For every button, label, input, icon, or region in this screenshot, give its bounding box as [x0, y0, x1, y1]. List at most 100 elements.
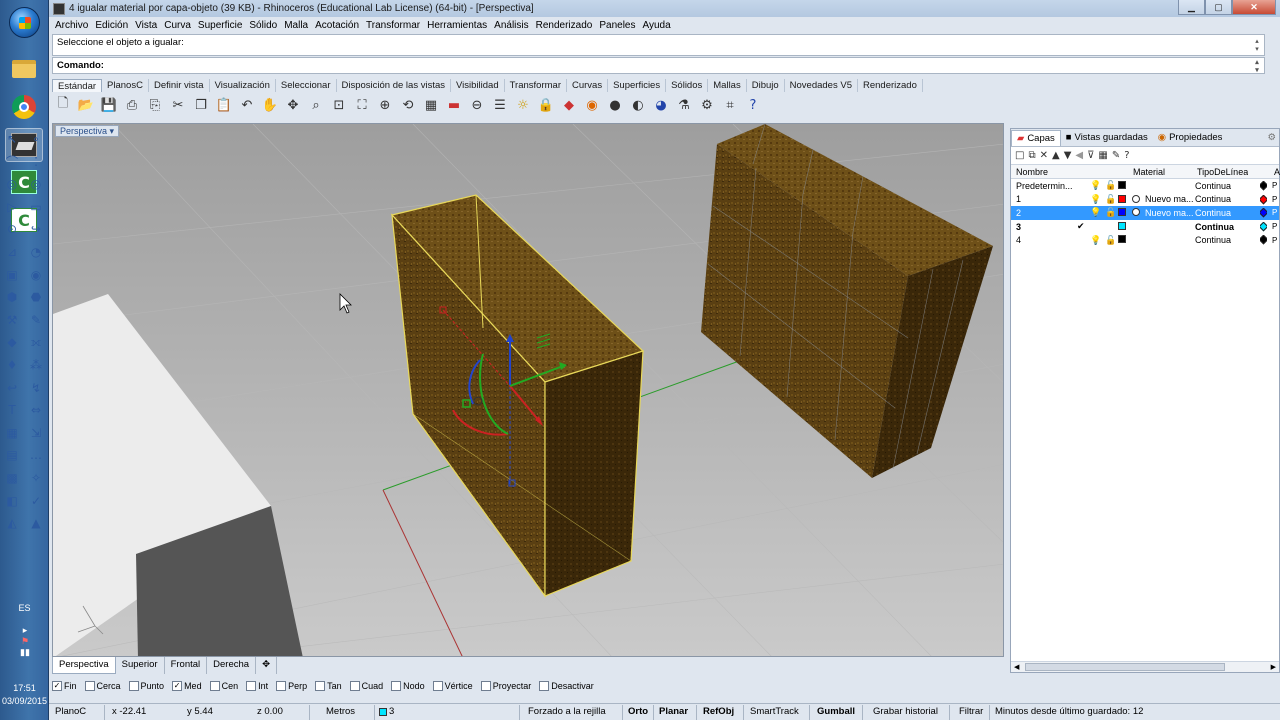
menu-paneles[interactable]: Paneles: [597, 20, 640, 31]
toolbar-tab-13[interactable]: Novedades V5: [785, 79, 858, 92]
col-extra[interactable]: A: [1274, 167, 1280, 177]
tool-tool-icon[interactable]: …: [24, 444, 48, 466]
menu-analisis[interactable]: Análisis: [492, 20, 533, 31]
osnap-checkbox[interactable]: [349, 681, 360, 691]
toolbar-tab-7[interactable]: Transformar: [505, 79, 567, 92]
tool-tool-icon[interactable]: ✧: [24, 467, 48, 489]
osnap-checkbox[interactable]: [276, 681, 287, 691]
print-width-cell[interactable]: P: [1272, 208, 1277, 217]
viewport-tab-perspectiva[interactable]: Perspectiva: [52, 657, 116, 674]
visibility-bulb-icon[interactable]: 💡: [1090, 194, 1101, 205]
maximize-button[interactable]: ▢: [1205, 0, 1232, 15]
paste-icon[interactable]: 📋: [213, 94, 235, 116]
tool-extrude-icon[interactable]: ⚒: [0, 309, 24, 331]
tool-text-icon[interactable]: ♦: [0, 354, 24, 376]
explorer-taskbar-button[interactable]: [5, 52, 43, 86]
tab-propiedades[interactable]: ◉ Propiedades: [1153, 130, 1228, 145]
close-button[interactable]: ✕: [1232, 0, 1276, 15]
col-tipodelinea[interactable]: TipoDeLínea: [1197, 167, 1248, 177]
toolbar-tab-14[interactable]: Renderizado: [858, 79, 923, 92]
print-color-icon[interactable]: [1260, 221, 1267, 232]
toolbar-tab-3[interactable]: Visualización: [210, 79, 276, 92]
osnap-med[interactable]: ✓ Med: [172, 681, 202, 691]
osnap-nodo[interactable]: Nodo: [391, 681, 425, 691]
status-gumball[interactable]: Gumball: [817, 706, 855, 717]
menu-ayuda[interactable]: Ayuda: [640, 20, 675, 31]
tool-circle-icon[interactable]: ◎: [0, 173, 24, 195]
print-color-icon[interactable]: [1260, 194, 1267, 205]
toolbar-tab-11[interactable]: Mallas: [708, 79, 747, 92]
layer-hammer-icon[interactable]: ✎: [1112, 150, 1120, 161]
osnap-checkbox[interactable]: [84, 681, 95, 691]
tool-tool-icon[interactable]: ⇲: [24, 422, 48, 444]
zoom-selected-icon[interactable]: ⊕: [374, 94, 396, 116]
viewport-tab-derecha[interactable]: Derecha: [207, 657, 257, 674]
menu-edicion[interactable]: Edición: [93, 20, 133, 31]
menu-malla[interactable]: Malla: [282, 20, 313, 31]
crop-icon[interactable]: ⌗: [719, 94, 741, 116]
blue-sphere-icon[interactable]: ◕: [650, 94, 672, 116]
render-icon[interactable]: ◆: [558, 94, 580, 116]
tool-tool-icon[interactable]: T: [0, 399, 24, 421]
filter-icon[interactable]: ⚗: [673, 94, 695, 116]
col-material[interactable]: Material: [1133, 167, 1165, 177]
layer-row[interactable]: 3 ✔ Continua P: [1011, 220, 1279, 234]
osnap-v-rtice[interactable]: Vértice: [432, 681, 473, 691]
osnap-cerca[interactable]: Cerca: [84, 681, 121, 691]
viewport-tab-superior[interactable]: Superior: [116, 657, 165, 674]
history-scrollbar[interactable]: ▴ ▾: [1252, 37, 1262, 53]
tool-dimension-icon[interactable]: ⟗: [24, 331, 48, 353]
toolbar-tab-10[interactable]: Sólidos: [666, 79, 709, 92]
toolbar-tab-4[interactable]: Seleccionar: [276, 79, 337, 92]
tool-tool-icon[interactable]: ▦: [0, 422, 24, 444]
layer-color-swatch[interactable]: [1118, 221, 1126, 232]
chrome-taskbar-button[interactable]: [5, 90, 43, 124]
layer-row[interactable]: Predetermin... 💡 🔓 Continua P: [1011, 179, 1279, 193]
import-icon[interactable]: ⎘: [144, 94, 166, 116]
layer-row[interactable]: 1 💡 🔓 Nuevo ma... Continua P: [1011, 193, 1279, 207]
status-filter[interactable]: Filtrar: [959, 706, 983, 717]
toolbar-tab-12[interactable]: Dibujo: [747, 79, 785, 92]
tool-tool-icon[interactable]: ▤: [0, 444, 24, 466]
rotate-view-icon[interactable]: ⟲: [397, 94, 419, 116]
osnap-tan[interactable]: Tan: [315, 681, 342, 691]
visibility-bulb-icon[interactable]: 💡: [1090, 207, 1101, 218]
osnap-perp[interactable]: Perp: [276, 681, 307, 691]
status-snap[interactable]: Forzado a la rejilla: [528, 706, 606, 717]
minimize-button[interactable]: ▁: [1178, 0, 1205, 15]
osnap-checkbox[interactable]: [209, 681, 220, 691]
lock-icon[interactable]: 🔓: [1105, 180, 1116, 191]
tool-group-icon[interactable]: ↩: [0, 377, 24, 399]
layer-linetype[interactable]: Continua: [1195, 181, 1255, 191]
rhino-app-icon[interactable]: [53, 2, 65, 15]
menu-herramientas[interactable]: Herramientas: [425, 20, 492, 31]
toolbar-tab-9[interactable]: Superficies: [608, 79, 667, 92]
new-layer-icon[interactable]: □: [1015, 150, 1024, 161]
color-wheel-icon[interactable]: ◉: [581, 94, 603, 116]
layer-material[interactable]: Nuevo ma...: [1145, 194, 1195, 204]
print-width-cell[interactable]: P: [1272, 181, 1277, 190]
language-indicator[interactable]: ES: [0, 603, 49, 613]
status-layer[interactable]: 3: [379, 706, 394, 717]
grid-icon[interactable]: ▦: [420, 94, 442, 116]
viewport-menu-chevron-icon[interactable]: ▾: [110, 126, 115, 136]
osnap-int[interactable]: Int: [246, 681, 268, 691]
osnap-cen[interactable]: Cen: [209, 681, 238, 691]
status-smarttrack[interactable]: SmartTrack: [750, 706, 799, 717]
tool-curve-a-icon[interactable]: ⌒: [0, 151, 24, 173]
print-color-icon[interactable]: [1260, 181, 1267, 191]
tool-fillet-icon[interactable]: ⊿: [0, 241, 24, 263]
undo-icon[interactable]: ↶: [236, 94, 258, 116]
print-icon[interactable]: ⎙: [121, 94, 143, 116]
viewport-title[interactable]: Perspectiva ▾: [55, 125, 120, 137]
lock-icon[interactable]: 🔒: [535, 94, 557, 116]
cut-icon[interactable]: ✂: [167, 94, 189, 116]
cplane-icon[interactable]: ⊖: [466, 94, 488, 116]
scroll-thumb[interactable]: [1025, 663, 1225, 671]
tool-boolean-icon[interactable]: ✎: [24, 309, 48, 331]
osnap-punto[interactable]: Punto: [128, 681, 164, 691]
lock-icon[interactable]: 🔓: [1105, 235, 1116, 246]
lock-icon[interactable]: 🔓: [1105, 194, 1116, 205]
menu-archivo[interactable]: Archivo: [53, 20, 93, 31]
print-width-cell[interactable]: P: [1272, 195, 1277, 204]
